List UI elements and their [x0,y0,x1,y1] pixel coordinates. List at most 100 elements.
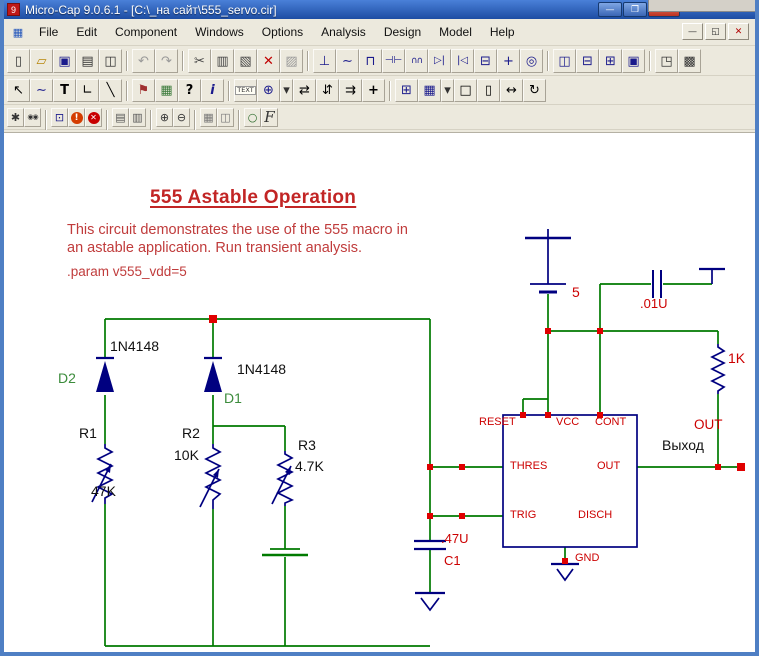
step-icon[interactable]: ⇉ [339,79,362,102]
dropdown-arrow2-icon[interactable]: ▾ [441,79,454,102]
menu-options[interactable]: Options [253,21,312,43]
document-icon: ▦ [10,26,26,39]
pin-label-vcc: VCC [556,416,579,428]
function-icon[interactable]: F [261,108,278,127]
title-bar[interactable]: 9 Micro-Cap 9.0.6.1 - [C:\_на сайт\555_s… [4,0,755,19]
print-icon[interactable]: ▤ [76,49,99,73]
zoom-out-icon[interactable]: ⊖ [173,108,190,127]
wires [105,284,741,646]
menu-help[interactable]: Help [481,21,524,43]
page-tool-icon[interactable]: ▯ [477,79,500,102]
crosshair-icon[interactable]: + [362,79,385,102]
maximize-windows-icon[interactable]: ▣ [622,49,645,73]
diagonal-wire-icon[interactable]: ╲ [99,79,122,102]
select-rect-icon[interactable]: ▨ [280,49,303,73]
minimize-button[interactable]: — [598,2,622,17]
cascade-icon[interactable]: ⊞ [599,49,622,73]
menu-analysis[interactable]: Analysis [312,21,375,43]
swap-vertical-icon[interactable]: ⇵ [316,79,339,102]
text-mode-icon[interactable]: T [53,79,76,102]
print-preview-icon[interactable]: ◫ [99,49,122,73]
pulse-source-icon[interactable]: ⊓ [359,49,382,73]
waveform-mode-icon[interactable]: ∼ [30,79,53,102]
label-d2: D2 [58,370,76,386]
connector-icon[interactable]: + [497,49,520,73]
menu-design[interactable]: Design [375,21,430,43]
mdi-restore-button[interactable]: ◱ [705,23,726,40]
find-icon[interactable]: ◉◉ [24,108,41,127]
sine-source-icon[interactable]: ∼ [336,49,359,73]
ground-icon[interactable]: ⊥ [313,49,336,73]
diode-left-icon[interactable]: |◁ [451,49,474,73]
text-badge-icon[interactable]: TEXT [234,79,257,102]
menu-items: File Edit Component Windows Options Anal… [30,21,524,43]
to-front-icon[interactable]: ▤ [112,108,129,127]
pin-label-disch: DISCH [578,509,612,521]
schematic-canvas[interactable]: 555 Astable Operation This circuit demon… [4,132,755,652]
stretch-icon[interactable]: ↔ [500,79,523,102]
tile-vertical-icon[interactable]: ◫ [553,49,576,73]
overlay-window-fragment [648,0,755,12]
zoom-in-icon[interactable]: ⊕ [156,108,173,127]
inductor-icon[interactable]: ∩∩ [405,49,428,73]
page-grid-icon[interactable]: ▩ [678,49,701,73]
copy-icon[interactable]: ▥ [211,49,234,73]
menu-model[interactable]: Model [430,21,481,43]
node-numbers-icon[interactable]: ⊕ [257,79,280,102]
wire-mode-icon[interactable]: ∟ [76,79,99,102]
label-d1-model: 1N4148 [237,361,286,377]
label-r2-value: 10K [174,447,199,463]
menu-edit[interactable]: Edit [67,21,106,43]
battery-icon[interactable]: ⊟ [474,49,497,73]
stop-icon[interactable]: ✕ [85,108,102,127]
thumbnail-icon[interactable]: ▦ [200,108,217,127]
info-icon[interactable]: ! [68,108,85,127]
toolbar-modes: ↖ ∼ T ∟ ╲ ⚑ ▦ ? i TEXT ⊕ ▾ ⇄ ⇵ ⇉ + [4,76,755,105]
box-tool-icon[interactable]: □ [454,79,477,102]
redo-icon[interactable]: ↷ [155,49,178,73]
select-mode-icon[interactable]: ↖ [7,79,30,102]
to-back-icon[interactable]: ▥ [129,108,146,127]
maximize-button[interactable]: ❐ [623,2,647,17]
flag-icon[interactable]: ⚑ [132,79,155,102]
page-front-icon[interactable]: ◳ [655,49,678,73]
rotate-icon[interactable]: ↻ [523,79,546,102]
label-d2-model: 1N4148 [110,338,159,354]
menu-file[interactable]: File [30,21,67,43]
open-folder-icon[interactable]: ▱ [30,49,53,73]
diode-right-icon[interactable]: ▷| [428,49,451,73]
cut-icon[interactable]: ✂ [188,49,211,73]
label-c2-value: .01U [640,296,667,311]
pin-label-thres: THRES [510,460,547,472]
dropdown-arrow-icon[interactable]: ▾ [280,79,293,102]
menu-component[interactable]: Component [106,21,186,43]
app-icon: 9 [7,3,20,16]
menu-windows[interactable]: Windows [186,21,253,43]
mdi-close-button[interactable]: ✕ [728,23,749,40]
undo-icon[interactable]: ↶ [132,49,155,73]
info-mode-icon[interactable]: i [201,79,224,102]
grid-options-icon[interactable]: ▦ [418,79,441,102]
help-mode-icon[interactable]: ? [178,79,201,102]
attribute-icon[interactable]: ✱ [7,108,24,127]
save-icon[interactable]: ▣ [53,49,76,73]
mdi-minimize-button[interactable]: — [682,23,703,40]
label-r1: R1 [79,425,97,441]
capacitor-icon[interactable]: ⊣⊢ [382,49,405,73]
new-file-icon[interactable]: ▯ [7,49,30,73]
probe-icon[interactable]: ◎ [520,49,543,73]
window-title: Micro-Cap 9.0.6.1 - [C:\_на сайт\555_ser… [25,3,277,17]
web-icon[interactable]: ○ [244,108,261,127]
picture-icon[interactable]: ▦ [155,79,178,102]
tile-horizontal-icon[interactable]: ⊟ [576,49,599,73]
delete-icon[interactable]: ✕ [257,49,280,73]
toolbar-main: ▯ ▱ ▣ ▤ ◫ ↶ ↷ ✂ ▥ ▧ ✕ ▨ ⊥ ∼ ⊓ ⊣⊢ [4,46,755,76]
window-select-icon[interactable]: ⊡ [51,108,68,127]
paste-icon[interactable]: ▧ [234,49,257,73]
pin-label-trig: TRIG [510,509,536,521]
pin-label-gnd: GND [575,552,599,564]
description-line2: an astable application. Run transient an… [67,240,362,256]
split-view-icon[interactable]: ◫ [217,108,234,127]
grid-icon[interactable]: ⊞ [395,79,418,102]
swap-horizontal-icon[interactable]: ⇄ [293,79,316,102]
